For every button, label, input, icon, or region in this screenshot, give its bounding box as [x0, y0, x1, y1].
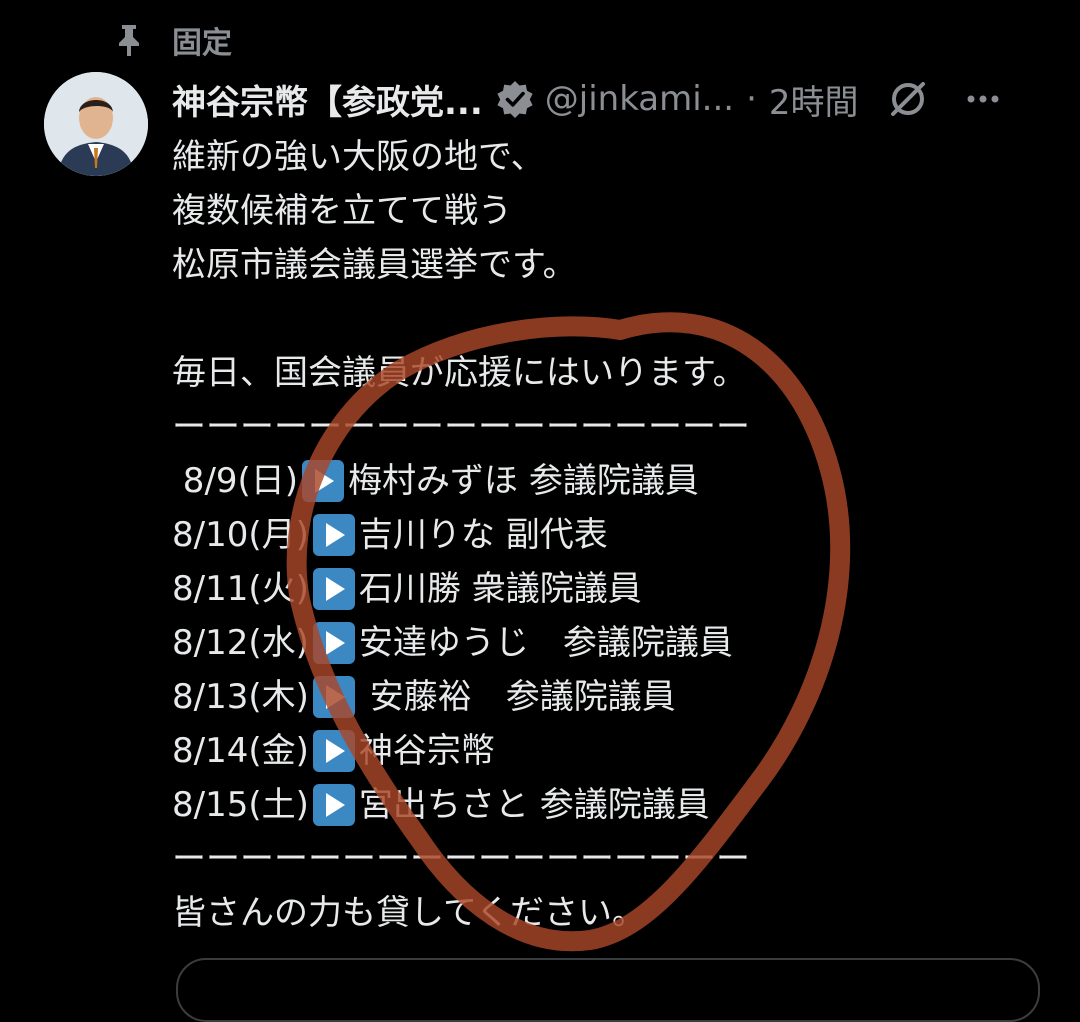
pinned-label: 固定 [172, 26, 232, 61]
play-button-emoji-icon [312, 676, 355, 718]
pinned-indicator: 固定 [112, 18, 232, 62]
schedule-date: 8/10(月) [172, 515, 309, 555]
schedule-row: 8/11(火) 石川勝 衆議院議員 [172, 562, 1052, 616]
grok-icon[interactable] [887, 78, 929, 120]
play-button-emoji-icon [312, 514, 355, 556]
tweet-line: 皆さんの力も貸してください。 [172, 886, 1052, 940]
schedule-speaker: 石川勝 衆議院議員 [358, 569, 642, 609]
schedule-row: 8/13(木) 安藤裕 参議院議員 [172, 670, 1052, 724]
schedule-speaker: 宮出ちさと 参議院議員 [358, 785, 710, 825]
tweet-line: 維新の強い大阪の地で、 [172, 130, 1052, 184]
tweet-line-text: 毎日、国会議員が応援にはいります。 [172, 353, 747, 393]
schedule-date: 8/14(金) [172, 731, 309, 771]
schedule-speaker: 神谷宗幣 [358, 731, 495, 771]
schedule-speaker: 吉川りな 副代表 [358, 515, 608, 555]
verified-badge-icon [495, 79, 535, 119]
play-button-emoji-icon [312, 784, 355, 826]
tweet-line: 松原市議会議員選挙です。 [172, 238, 1052, 292]
tweet-line-text: 皆さんの力も貸してください。 [172, 893, 646, 933]
schedule-date: 8/15(土) [172, 785, 309, 825]
tweet-header: 神谷宗幣【参政党... @jinkami... · 2時間 [172, 72, 1052, 126]
play-button-emoji-icon [312, 568, 355, 610]
avatar[interactable] [44, 72, 148, 176]
play-button-emoji-icon [312, 622, 355, 664]
schedule-date: 8/9(日) [172, 461, 299, 501]
tweet-line: 毎日、国会議員が応援にはいります。 [172, 346, 1052, 400]
play-button-emoji-icon [312, 730, 355, 772]
schedule-row: 8/12(水) 安達ゆうじ 参議院議員 [172, 616, 1052, 670]
divider-text: ーーーーーーーーーーーーーーーーー [172, 407, 750, 447]
play-button-emoji-icon [302, 460, 345, 502]
schedule-date: 8/13(木) [172, 677, 309, 717]
schedule-row: 8/15(土) 宮出ちさと 参議院議員 [172, 778, 1052, 832]
tweet-text: 維新の強い大阪の地で、 複数候補を立てて戦う 松原市議会議員選挙です。 毎日、国… [172, 130, 1052, 940]
author-handle[interactable]: @jinkami... [545, 79, 734, 119]
divider-line: ーーーーーーーーーーーーーーーーー [172, 400, 1052, 454]
schedule-speaker: 安達ゆうじ 参議院議員 [358, 623, 733, 663]
schedule-date: 8/12(水) [172, 623, 309, 663]
author-name[interactable]: 神谷宗幣【参政党... [172, 75, 483, 124]
more-options-icon[interactable] [963, 79, 1003, 119]
schedule-speaker: 安藤裕 参議院議員 [358, 677, 676, 717]
tweet-line-text: 維新の強い大阪の地で、 [172, 137, 545, 177]
divider-line: ーーーーーーーーーーーーーーーーー [172, 832, 1052, 886]
pin-icon [112, 23, 146, 57]
tweet-timestamp[interactable]: 2時間 [769, 75, 859, 124]
schedule-row: 8/9(日) 梅村みずほ 参議院議員 [172, 454, 1052, 508]
schedule-row: 8/14(金) 神谷宗幣 [172, 724, 1052, 778]
tweet-line-text: 松原市議会議員選挙です。 [172, 245, 577, 285]
tweet-line: 複数候補を立てて戦う [172, 184, 1052, 238]
divider-text: ーーーーーーーーーーーーーーーーー [172, 839, 750, 879]
schedule-speaker: 梅村みずほ 参議院議員 [348, 461, 699, 501]
reply-bar[interactable] [176, 958, 1040, 1022]
tweet-line-text: 複数候補を立てて戦う [172, 191, 512, 231]
schedule-row: 8/10(月) 吉川りな 副代表 [172, 508, 1052, 562]
schedule-date: 8/11(火) [172, 569, 309, 609]
header-separator: · [746, 79, 757, 119]
